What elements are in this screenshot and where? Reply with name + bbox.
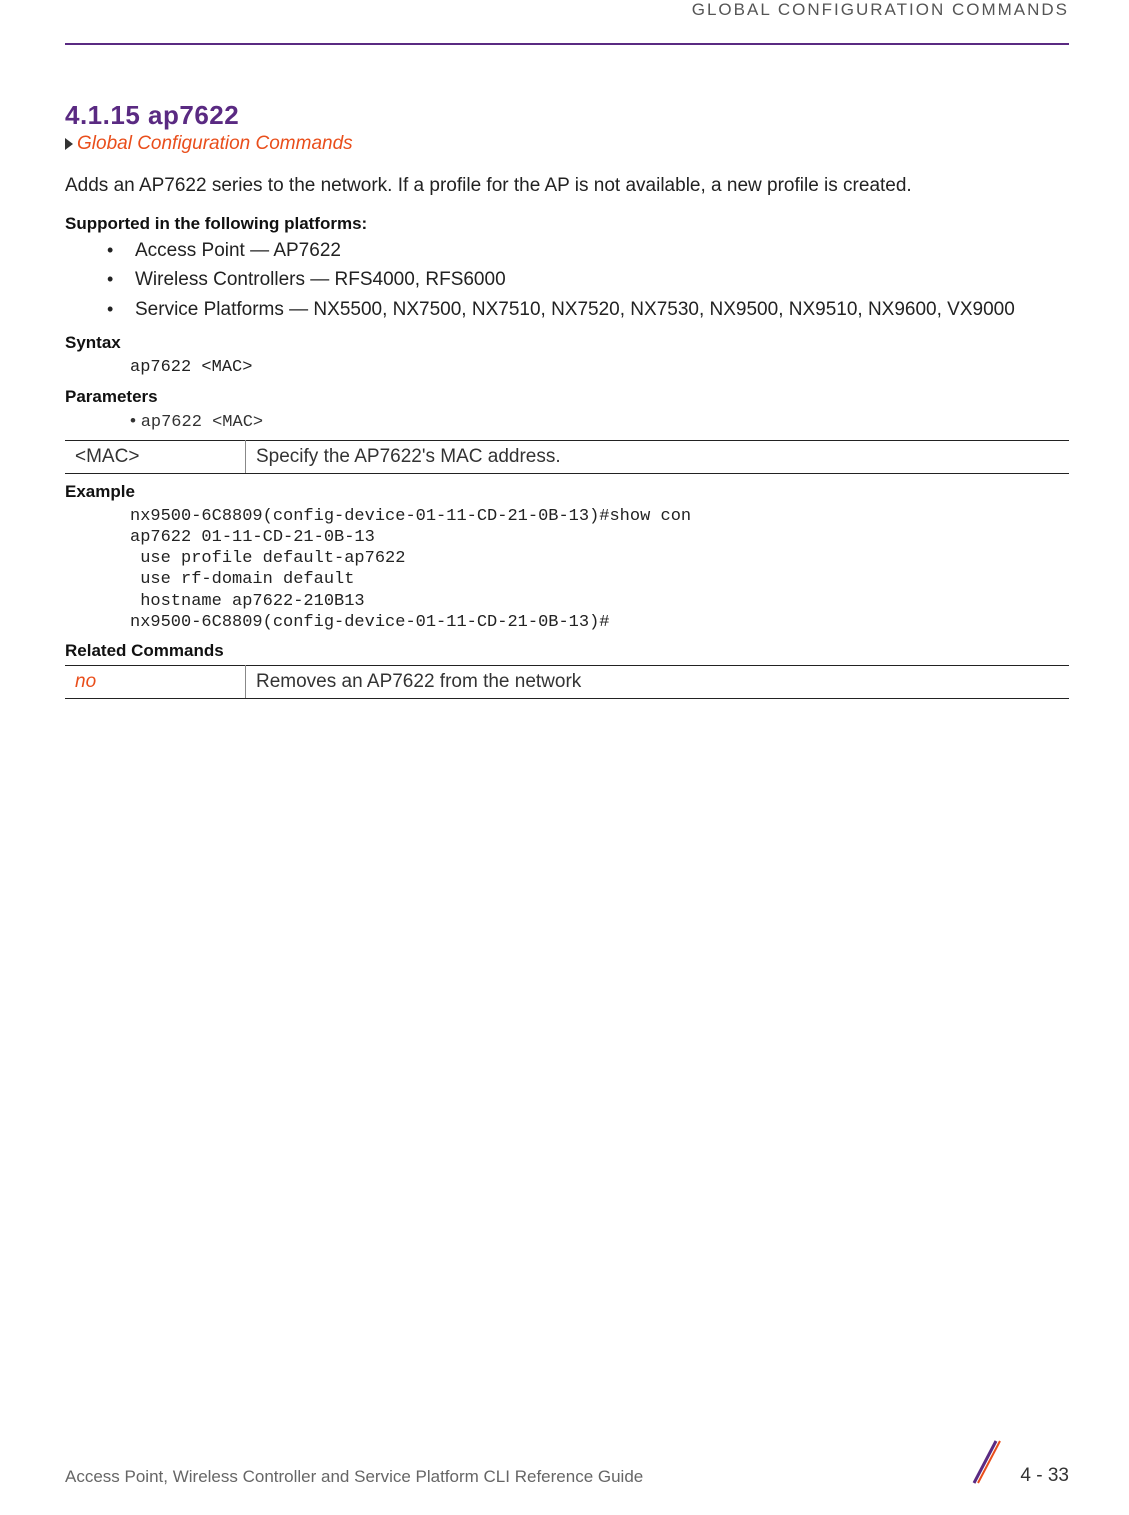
supported-list: Access Point — AP7622 Wireless Controlle… — [107, 238, 1069, 324]
related-desc: Removes an AP7622 from the network — [246, 666, 1070, 699]
list-item: Service Platforms — NX5500, NX7500, NX75… — [107, 297, 1069, 324]
header-rule — [65, 43, 1069, 45]
syntax-heading: Syntax — [65, 333, 1069, 353]
related-link[interactable]: no — [75, 671, 96, 692]
page-number: 4 - 33 — [1020, 1465, 1069, 1487]
table-row: <MAC> Specify the AP7622's MAC address. — [65, 440, 1069, 473]
related-name[interactable]: no — [65, 666, 246, 699]
related-table: no Removes an AP7622 from the network — [65, 665, 1069, 699]
running-header: GLOBAL CONFIGURATION COMMANDS — [65, 0, 1069, 23]
related-heading: Related Commands — [65, 641, 1069, 661]
intro-text: Adds an AP7622 series to the network. If… — [65, 173, 1069, 199]
arrow-icon — [65, 138, 73, 150]
param-desc: Specify the AP7622's MAC address. — [246, 440, 1070, 473]
parameters-bullet: ap7622 <MAC> — [130, 411, 1069, 432]
breadcrumb[interactable]: Global Configuration Commands — [65, 133, 1069, 155]
footer-guide-title: Access Point, Wireless Controller and Se… — [65, 1467, 643, 1487]
supported-heading: Supported in the following platforms: — [65, 214, 1069, 234]
list-item: Access Point — AP7622 — [107, 238, 1069, 265]
slash-icon — [968, 1437, 1002, 1487]
breadcrumb-text: Global Configuration Commands — [77, 133, 353, 154]
parameters-heading: Parameters — [65, 387, 1069, 407]
syntax-code: ap7622 <MAC> — [130, 357, 1069, 378]
example-heading: Example — [65, 482, 1069, 502]
param-name: <MAC> — [65, 440, 246, 473]
section-title: 4.1.15 ap7622 — [65, 100, 1069, 131]
page-footer: Access Point, Wireless Controller and Se… — [0, 1437, 1129, 1487]
parameters-table: <MAC> Specify the AP7622's MAC address. — [65, 440, 1069, 474]
list-item: Wireless Controllers — RFS4000, RFS6000 — [107, 267, 1069, 294]
table-row: no Removes an AP7622 from the network — [65, 666, 1069, 699]
example-code: nx9500-6C8809(config-device-01-11-CD-21-… — [130, 506, 1069, 634]
